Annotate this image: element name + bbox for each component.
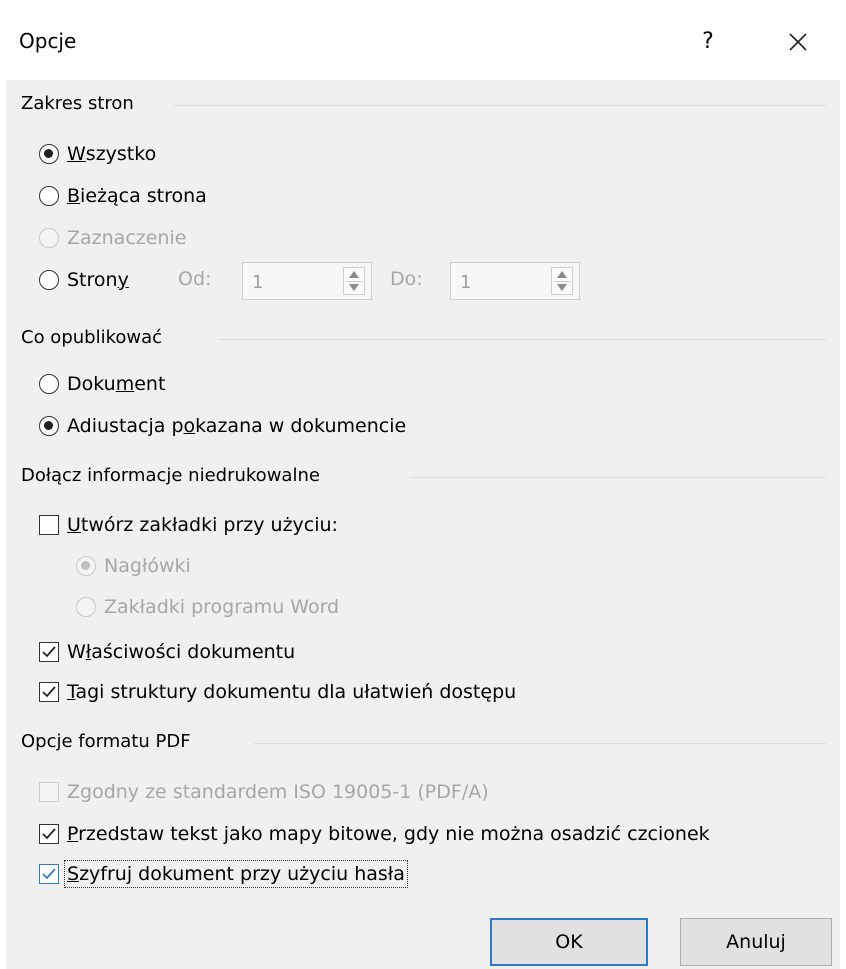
checkbox-encrypt-label: Szyfruj dokument przy użyciu hasła [64,860,408,888]
from-spinner-arrows [343,267,365,295]
check-icon [42,646,56,658]
spin-up-icon [557,271,567,278]
nonprint-divider [410,477,826,478]
dialog-title: Opcje [19,29,77,53]
radio-word-bookmarks: Zakładki programu Word [76,592,339,622]
checkbox-structure-tags-box [39,682,59,702]
radio-markup[interactable]: Adiustacja pokazana w dokumencie [39,411,406,441]
checkbox-properties[interactable]: Właściwości dokumentu [39,637,295,667]
radio-current-page-label: Bieżąca strona [67,185,207,207]
radio-all-pages-label: Wszystko [67,143,157,165]
checkbox-iso: Zgodny ze standardem ISO 19005-1 (PDF/A) [39,777,489,807]
close-button[interactable] [778,22,818,62]
checkbox-structure-tags-label: Tagi struktury dokumentu dla ułatwień do… [67,681,517,703]
options-dialog: Opcje ? Zakres stron Wszystko Bieżąca st… [0,0,846,969]
radio-document-indicator [39,374,59,394]
radio-current-page-indicator [39,186,59,206]
cancel-button[interactable]: Anuluj [680,918,832,966]
radio-selection: Zaznaczenie [39,223,186,253]
to-label: Do: [390,268,423,290]
radio-headings: Nagłówki [76,551,191,581]
to-spinner-arrows [551,267,573,295]
publish-divider [218,339,826,340]
page-range-header: Zakres stron [21,93,134,114]
radio-headings-indicator [76,556,96,576]
nonprint-header: Dołącz informacje niedrukowalne [21,465,320,486]
checkbox-encrypt-box [39,864,59,884]
radio-selection-label: Zaznaczenie [67,227,187,249]
page-range-divider [174,105,826,106]
radio-markup-label: Adiustacja pokazana w dokumencie [67,415,407,437]
from-spinner: 1 [242,262,372,300]
close-icon [789,33,807,51]
title-bar: Opcje ? [0,0,846,80]
checkbox-bookmarks[interactable]: Utwórz zakładki przy użyciu: [39,510,338,540]
check-icon [42,868,56,880]
radio-word-bookmarks-label: Zakładki programu Word [104,596,340,618]
checkbox-bitmap-text-box [39,824,59,844]
checkbox-encrypt[interactable]: Szyfruj dokument przy użyciu hasła [39,859,408,889]
ok-button[interactable]: OK [490,918,648,966]
to-value: 1 [460,272,472,293]
radio-document[interactable]: Dokument [39,369,165,399]
radio-pages[interactable]: Strony [39,265,129,295]
publish-header: Co opublikować [21,327,163,348]
checkbox-structure-tags[interactable]: Tagi struktury dokumentu dla ułatwień do… [39,677,516,707]
check-icon [42,686,56,698]
from-label: Od: [178,268,212,290]
checkbox-bookmarks-box [39,515,59,535]
radio-markup-indicator [39,416,59,436]
check-icon [42,828,56,840]
checkbox-iso-box [39,782,59,802]
radio-selection-indicator [39,228,59,248]
checkbox-bitmap-text-label: Przedstaw tekst jako mapy bitowe, gdy ni… [67,823,710,845]
radio-current-page[interactable]: Bieżąca strona [39,181,207,211]
radio-all-pages[interactable]: Wszystko [39,139,156,169]
spin-down-icon [557,284,567,291]
options-panel: Zakres stron Wszystko Bieżąca strona Zaz… [6,80,840,969]
spin-down-icon [349,284,359,291]
to-spinner: 1 [450,262,580,300]
radio-all-pages-indicator [39,144,59,164]
radio-pages-indicator [39,270,59,290]
radio-word-bookmarks-indicator [76,597,96,617]
checkbox-bitmap-text[interactable]: Przedstaw tekst jako mapy bitowe, gdy ni… [39,819,710,849]
radio-pages-label: Strony [67,269,129,291]
checkbox-properties-label: Właściwości dokumentu [67,641,296,663]
radio-headings-label: Nagłówki [104,555,191,577]
from-value: 1 [252,272,264,293]
radio-document-label: Dokument [67,373,166,395]
checkbox-iso-label: Zgodny ze standardem ISO 19005-1 (PDF/A) [67,781,489,803]
checkbox-bookmarks-label: Utwórz zakładki przy użyciu: [67,514,338,536]
pdf-divider [254,743,826,744]
spin-up-icon [349,271,359,278]
checkbox-properties-box [39,642,59,662]
pdf-header: Opcje formatu PDF [21,731,191,752]
help-button[interactable]: ? [688,24,728,60]
